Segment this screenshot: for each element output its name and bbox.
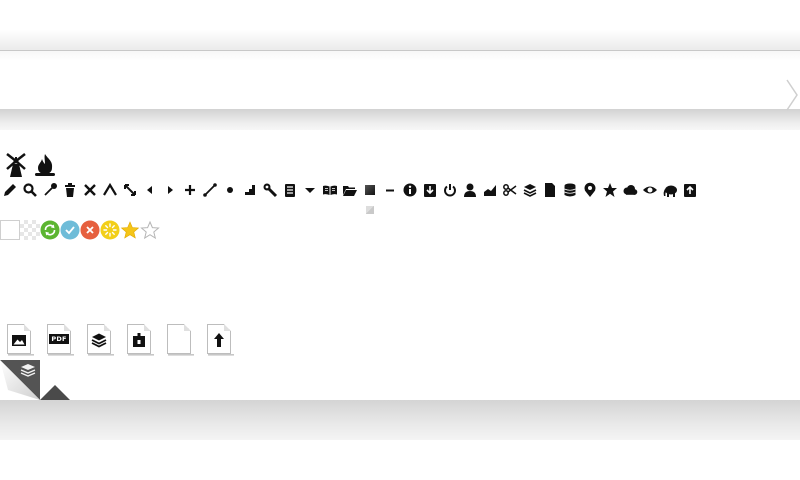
plus-icon[interactable] xyxy=(182,182,198,198)
caret-right-icon[interactable] xyxy=(162,182,178,198)
folder-open-icon[interactable] xyxy=(342,182,358,198)
middle-bar xyxy=(0,51,800,109)
wrench-icon[interactable] xyxy=(262,182,278,198)
image-file-icon[interactable] xyxy=(7,324,34,356)
minus-icon[interactable] xyxy=(382,182,398,198)
upload-arrow-file-icon[interactable] xyxy=(207,324,234,356)
pdf-file-icon[interactable]: PDF xyxy=(47,324,74,356)
line-icon[interactable] xyxy=(202,182,218,198)
area-chart-icon[interactable] xyxy=(482,182,498,198)
eyedropper-icon[interactable] xyxy=(42,182,58,198)
download-icon[interactable] xyxy=(422,182,438,198)
loading-icon[interactable] xyxy=(100,220,120,240)
user-icon[interactable] xyxy=(462,182,478,198)
blank-file-icon[interactable] xyxy=(167,324,194,356)
middle-bar-shadow xyxy=(0,109,800,130)
error-icon[interactable] xyxy=(80,220,100,240)
map-pin-icon[interactable] xyxy=(582,182,598,198)
caret-down-icon[interactable] xyxy=(302,182,318,198)
resize-icon[interactable] xyxy=(122,182,138,198)
search-icon[interactable] xyxy=(22,182,38,198)
elephant-icon[interactable] xyxy=(662,182,678,198)
cloud-icon[interactable] xyxy=(622,182,638,198)
info-icon[interactable] xyxy=(402,182,418,198)
chevron-right-icon[interactable] xyxy=(784,78,800,112)
eye-icon[interactable] xyxy=(642,182,658,198)
document-list-icon[interactable] xyxy=(282,182,298,198)
page-curl-corner[interactable] xyxy=(0,360,40,400)
star-icon[interactable] xyxy=(602,182,618,198)
corner-triangle xyxy=(40,385,70,400)
upload-file-icon[interactable] xyxy=(682,182,698,198)
database-icon[interactable] xyxy=(562,182,578,198)
top-bar xyxy=(0,0,800,51)
star-filled-icon[interactable] xyxy=(120,220,140,240)
star-empty-icon[interactable] xyxy=(140,220,160,240)
triangle-icon[interactable] xyxy=(102,182,118,198)
archive-file-icon[interactable] xyxy=(127,324,154,356)
pencil-icon[interactable] xyxy=(2,182,18,198)
caret-left-icon[interactable] xyxy=(142,182,158,198)
gradient-square-icon[interactable] xyxy=(362,182,378,198)
windmill-icon[interactable] xyxy=(4,152,32,180)
file-icon[interactable] xyxy=(542,182,558,198)
layers-icon[interactable] xyxy=(522,182,538,198)
trash-icon[interactable] xyxy=(62,182,78,198)
power-icon[interactable] xyxy=(442,182,458,198)
close-icon[interactable] xyxy=(82,182,98,198)
bottom-bar xyxy=(0,400,800,440)
blank-box[interactable] xyxy=(0,220,20,240)
dot-icon[interactable] xyxy=(222,182,238,198)
open-book-icon[interactable] xyxy=(322,182,338,198)
fire-icon[interactable] xyxy=(33,152,61,180)
scissors-icon[interactable] xyxy=(502,182,518,198)
refresh-icon[interactable] xyxy=(40,220,60,240)
check-icon[interactable] xyxy=(60,220,80,240)
tiny-square xyxy=(366,206,374,214)
stairs-icon[interactable] xyxy=(242,182,258,198)
pdf-label: PDF xyxy=(49,334,69,344)
checker-box[interactable] xyxy=(20,220,40,240)
layers-file-icon[interactable] xyxy=(87,324,114,356)
